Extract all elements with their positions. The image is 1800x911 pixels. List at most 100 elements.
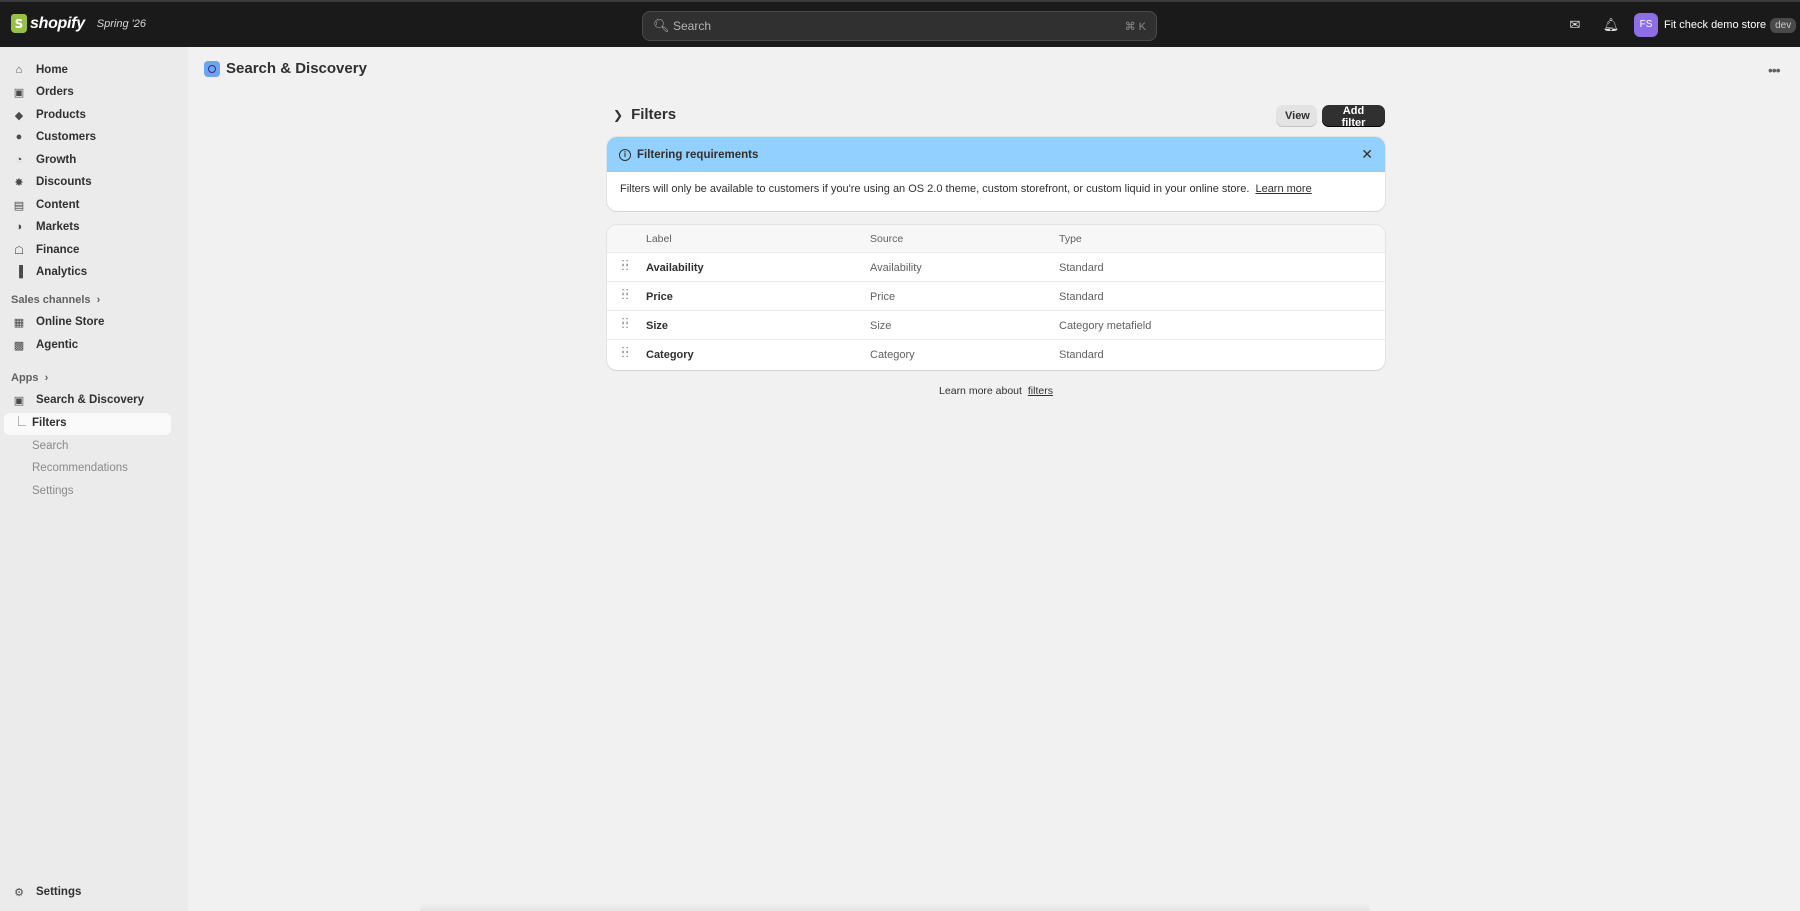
sidebar-item-label: Finance — [36, 244, 80, 256]
banner-header: i Filtering requirements — [607, 137, 1385, 172]
sidebar-item-products[interactable]: ◆ Products — [4, 104, 171, 126]
sidebar-item-label: Settings — [36, 886, 82, 898]
inbox-icon[interactable]: ✉ — [1566, 16, 1584, 34]
sidebar-subitem-search[interactable]: Search — [32, 440, 68, 452]
gauge-icon: ◔ — [15, 154, 23, 166]
agentic-icon: ▩ — [13, 339, 25, 352]
chart-bar-icon: ▐ — [15, 266, 23, 278]
filter-label: Category — [646, 349, 694, 361]
page-title-text: Search & Discovery — [226, 60, 367, 77]
sidebar-item-content[interactable]: ▤ Content — [4, 194, 171, 216]
sidebar-item-orders[interactable]: ▣ Orders — [4, 81, 171, 103]
sidebar-subitem-settings[interactable]: Settings — [32, 485, 74, 497]
learn-more-footer: Learn more about filters — [607, 385, 1385, 397]
table-row[interactable]: ∷ ∷ Category Category Standard — [607, 340, 1385, 369]
sidebar-item-search-discovery[interactable]: ▣ Search & Discovery — [4, 389, 171, 411]
store-name: Fit check demo store — [1664, 19, 1767, 31]
top-bar: S shopify Spring '26 🔍︎ ⌘ K ✉ 🔔︎ FS Fit … — [0, 0, 1800, 47]
sidebar-item-label: Online Store — [36, 316, 105, 328]
banner-text: Filters will only be available to custom… — [620, 183, 1250, 195]
sidebar-item-growth[interactable]: ◔ Growth — [4, 149, 171, 171]
sidebar-item-analytics[interactable]: ▐ Analytics — [4, 261, 171, 283]
sidebar-item-label: Content — [36, 199, 80, 211]
storefront-icon: ▦ — [13, 316, 25, 329]
table-row[interactable]: ∷ ∷ Size Size Category metafield — [607, 311, 1385, 340]
sidebar-subitem-recommendations[interactable]: Recommendations — [32, 462, 128, 474]
chevron-right-icon: › — [96, 294, 101, 306]
sales-channels-label: Sales channels — [11, 294, 91, 306]
column-header-label: Label — [646, 233, 672, 245]
table-row[interactable]: ∷ ∷ Availability Availability Standard — [607, 253, 1385, 282]
info-icon: i — [619, 148, 631, 161]
sidebar-item-label: Markets — [36, 221, 80, 233]
orders-icon: ▣ — [13, 86, 25, 99]
chevron-right-icon: › — [44, 372, 49, 384]
more-actions-icon[interactable]: ••• — [1768, 62, 1781, 78]
filters-help-link[interactable]: filters — [1028, 385, 1053, 397]
add-filter-button[interactable]: Add filter — [1322, 105, 1385, 129]
chevron-right-icon: ❯ — [613, 107, 624, 122]
sidebar-item-agentic[interactable]: ▩ Agentic — [4, 334, 171, 356]
sidebar-item-label: Home — [36, 64, 68, 76]
bell-icon[interactable]: 🔔︎ — [1602, 16, 1620, 34]
apps-label: Apps — [11, 372, 39, 384]
sidebar-subitem-filters[interactable]: Filters — [32, 417, 67, 429]
search-discovery-app-icon — [204, 60, 220, 77]
globe-icon: ◑ — [15, 221, 23, 233]
store-switcher[interactable]: FS Fit check demo store dev — [1634, 13, 1797, 37]
filter-label: Price — [646, 291, 673, 303]
drag-handle-icon[interactable]: ∷ ∷ — [622, 259, 632, 274]
sidebar-item-finance[interactable]: ☖ Finance — [4, 239, 171, 261]
banner-body: Filters will only be available to custom… — [607, 172, 1385, 206]
sidebar-item-markets[interactable]: ◑ Markets — [4, 216, 171, 238]
sales-channels-heading[interactable]: Sales channels › — [11, 294, 100, 306]
search-icon: 🔍︎ — [653, 18, 670, 33]
filters-section-header[interactable]: ❯ Filters — [613, 106, 676, 123]
search-input[interactable] — [673, 19, 1117, 33]
footer-text: Learn more about — [939, 385, 1022, 397]
sidebar-item-discounts[interactable]: ✸ Discounts — [4, 171, 171, 193]
view-button[interactable]: View — [1276, 105, 1317, 127]
sidebar-item-label: Search & Discovery — [36, 394, 145, 406]
sidebar: ⌂ Home ▣ Orders ◆ Products ● Customers ◔… — [0, 47, 188, 911]
global-search[interactable]: 🔍︎ ⌘ K — [642, 11, 1157, 41]
sidebar-item-label: Products — [36, 109, 86, 121]
home-icon: ⌂ — [15, 64, 23, 76]
filter-label: Size — [646, 320, 669, 332]
sidebar-item-label: Customers — [36, 131, 97, 143]
banner-title: Filtering requirements — [637, 148, 759, 161]
apps-heading[interactable]: Apps › — [11, 372, 48, 384]
app-search-icon: ▣ — [13, 394, 25, 407]
filters-title: Filters — [631, 106, 677, 123]
learn-more-link[interactable]: Learn more — [1255, 183, 1311, 195]
content-icon: ▤ — [13, 199, 25, 212]
bank-icon: ☖ — [14, 244, 24, 257]
table-row[interactable]: ∷ ∷ Price Price Standard — [607, 282, 1385, 311]
filter-source: Price — [870, 291, 896, 303]
drag-handle-icon[interactable]: ∷ ∷ — [622, 346, 632, 361]
filtering-requirements-banner: i Filtering requirements ✕ Filters will … — [607, 137, 1385, 211]
column-header-source: Source — [870, 233, 904, 245]
filter-source: Category — [870, 349, 915, 361]
close-icon[interactable]: ✕ — [1361, 146, 1373, 163]
sidebar-item-label: Discounts — [36, 176, 92, 188]
drag-handle-icon[interactable]: ∷ ∷ — [622, 317, 632, 332]
column-header-type: Type — [1059, 233, 1082, 245]
sidebar-item-customers[interactable]: ● Customers — [4, 126, 171, 148]
shopify-logo[interactable]: S shopify Spring '26 — [11, 14, 146, 33]
edition-label: Spring '26 — [96, 17, 146, 30]
search-shortcut: ⌘ K — [1124, 20, 1146, 33]
filter-type: Standard — [1059, 291, 1104, 303]
sidebar-item-online-store[interactable]: ▦ Online Store — [4, 311, 171, 333]
gear-icon: ⚙ — [14, 886, 24, 899]
sidebar-item-label: Analytics — [36, 266, 88, 278]
tag-icon: ◆ — [14, 109, 24, 122]
tree-connector — [18, 416, 26, 426]
sidebar-item-filters[interactable] — [4, 413, 171, 435]
drag-handle-icon[interactable]: ∷ ∷ — [622, 288, 632, 303]
filter-source: Availability — [870, 262, 922, 274]
sidebar-item-settings[interactable]: ⚙ Settings — [4, 881, 171, 903]
filter-type: Standard — [1059, 262, 1104, 274]
sidebar-item-home[interactable]: ⌂ Home — [4, 59, 171, 81]
sidebar-item-label: Agentic — [36, 339, 79, 351]
